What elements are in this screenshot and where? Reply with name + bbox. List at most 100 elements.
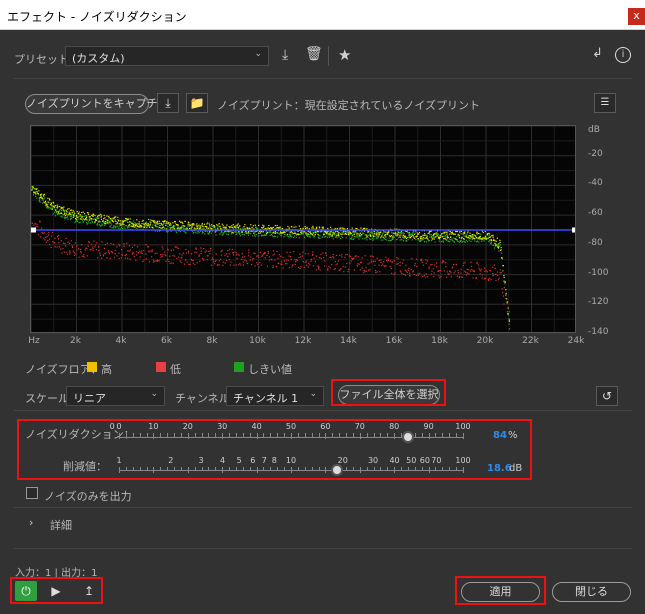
series-point [35, 223, 37, 225]
series-point [92, 215, 94, 217]
series-point [470, 235, 472, 237]
reduce-by-value[interactable]: 18.6 [487, 463, 512, 474]
info-icon[interactable]: i [615, 47, 631, 63]
series-point [478, 269, 481, 271]
apply-button[interactable]: 適用 [461, 582, 540, 602]
series-point [493, 264, 495, 266]
series-point [85, 218, 87, 220]
series-point [463, 262, 465, 264]
series-point [313, 236, 315, 238]
close-button[interactable]: 閉じる [552, 582, 631, 602]
series-point [364, 255, 366, 257]
series-point [394, 272, 396, 274]
series-point [466, 236, 468, 239]
star-icon[interactable]: ★ [338, 46, 351, 64]
series-point [366, 236, 368, 238]
series-point [109, 226, 111, 228]
noise-reduction-value[interactable]: 84 [493, 430, 507, 441]
series-point [275, 265, 277, 268]
details-label[interactable]: 詳細 [50, 517, 72, 533]
series-point [79, 248, 81, 251]
series-point [70, 209, 73, 211]
series-point [39, 201, 41, 203]
series-point [50, 246, 52, 249]
series-point [291, 232, 293, 234]
series-point [346, 262, 348, 264]
series-point [473, 238, 476, 240]
series-point [293, 251, 295, 253]
folder-icon[interactable]: 📁 [186, 93, 208, 113]
series-point [291, 236, 293, 238]
channel-dropdown[interactable]: チャンネル 1 ⌄ [226, 386, 324, 406]
menu-icon[interactable]: ☰ [594, 93, 616, 113]
reduce-by-track[interactable] [119, 470, 463, 471]
series-point [260, 230, 263, 233]
series-point [322, 256, 325, 259]
noise-reduction-knob[interactable] [401, 431, 414, 443]
series-point [350, 260, 352, 262]
export-icon[interactable]: ↥ [78, 581, 100, 601]
scale-dropdown[interactable]: リニア ⌄ [66, 386, 165, 406]
capture-noiseprint-button[interactable]: ノイズプリントをキャプチャ [25, 94, 169, 114]
load-noiseprint-icon[interactable]: ⤓ [157, 93, 179, 113]
series-point [370, 231, 372, 233]
series-point [421, 237, 423, 239]
reset-icon[interactable]: ↺ [596, 386, 618, 406]
save-preset-icon[interactable]: ⤓ [282, 47, 288, 63]
preset-dropdown[interactable]: (カスタム) ⌄ [65, 46, 269, 66]
chevron-right-icon[interactable]: › [29, 516, 33, 529]
series-point [246, 262, 249, 265]
series-point [214, 260, 216, 262]
series-point [166, 222, 168, 224]
series-point [361, 232, 364, 234]
series-point [172, 225, 175, 227]
series-point [142, 260, 144, 263]
series-point [446, 231, 448, 233]
noise-floor-svg [31, 126, 575, 332]
power-icon[interactable]: ⏻ [15, 581, 37, 601]
series-point [456, 275, 459, 277]
series-point [138, 221, 140, 223]
series-point [348, 255, 350, 257]
series-point [292, 264, 294, 266]
series-point [467, 237, 470, 239]
series-point [305, 253, 307, 255]
series-point [372, 234, 374, 236]
series-point [76, 249, 78, 251]
noise-floor-graph[interactable] [30, 125, 576, 333]
series-point [165, 255, 167, 257]
play-icon[interactable]: ▶ [45, 581, 67, 601]
series-point [254, 234, 256, 236]
series-point [274, 224, 276, 227]
trash-icon[interactable]: 🗑 [305, 46, 323, 62]
legend-low-label: 低 [170, 363, 181, 376]
series-point [314, 261, 317, 263]
close-icon[interactable]: x [628, 8, 645, 25]
series-point [281, 263, 283, 265]
series-point [197, 225, 199, 227]
series-point [242, 264, 245, 266]
series-point [236, 257, 238, 260]
series-point [129, 221, 131, 223]
series-point [222, 227, 224, 229]
routing-icon[interactable]: ↲ [592, 46, 603, 61]
series-point [365, 267, 367, 269]
series-point [108, 215, 110, 218]
series-point [87, 222, 89, 225]
series-point [256, 227, 258, 229]
series-point [370, 238, 372, 241]
series-point [438, 240, 441, 242]
series-point [472, 277, 474, 279]
series-point [414, 232, 416, 234]
series-point [39, 197, 42, 199]
series-point [440, 234, 443, 236]
series-point [260, 264, 262, 266]
series-point [205, 225, 207, 228]
series-point [424, 237, 426, 239]
series-point [304, 231, 306, 233]
series-point [118, 225, 120, 227]
series-point [203, 227, 205, 229]
output-noise-only-checkbox[interactable] [26, 487, 38, 499]
series-point [45, 236, 47, 239]
series-point [314, 231, 317, 233]
